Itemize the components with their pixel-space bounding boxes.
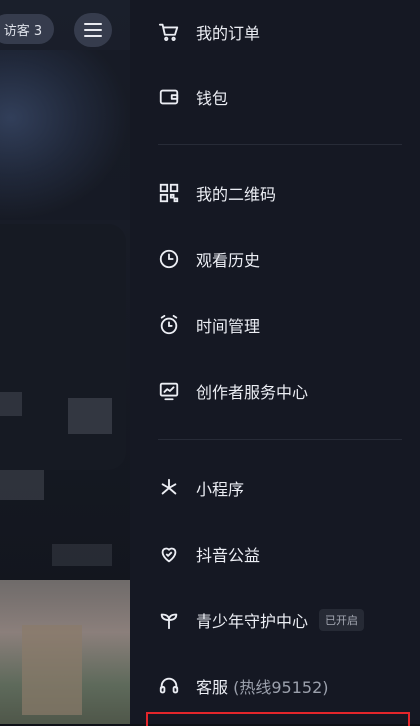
status-badge: 已开启 [319,609,364,631]
clock-icon [157,247,181,271]
menu-item-label: 客服 (热线95152) [196,674,329,698]
menu-item-label: 我的订单 [196,24,261,43]
asterisk-icon [157,476,181,500]
menu-item-label: 我的二维码 [196,185,277,204]
menu-item-mini-programs[interactable]: 小程序 [130,458,420,518]
menu-item-label: 观看历史 [196,251,261,270]
cover-art [0,50,130,220]
customer-service-label: 客服 [196,678,229,697]
visitor-count-label: 访客 3 [3,23,43,39]
section-divider [158,439,402,440]
side-drawer: 我的订单 钱包 我的二维码 观看历史 时间管理 创作者服务中心 小程序 抖音公益… [130,0,420,724]
headset-icon [157,674,181,698]
menu-item-qrcode[interactable]: 我的二维码 [130,163,420,223]
hotline-label: (热线95152) [233,678,329,697]
blurred-text [52,544,112,566]
menu-item-label: 小程序 [196,480,245,499]
qrcode-icon [157,181,181,205]
section-divider [158,144,402,145]
cart-icon [157,20,181,44]
menu-item-charity[interactable]: 抖音公益 [130,524,420,584]
sprout-icon [157,608,181,632]
menu-item-label: 钱包 [196,89,229,108]
hamburger-icon [84,23,102,37]
menu-item-watch-history[interactable]: 观看历史 [130,229,420,289]
alarm-icon [157,313,181,337]
menu-item-creator-center[interactable]: 创作者服务中心 [130,361,420,421]
menu-item-time-management[interactable]: 时间管理 [130,295,420,355]
menu-item-label: 时间管理 [196,317,261,336]
hamburger-menu-button[interactable] [74,13,112,47]
blurred-photo-figure [22,625,82,715]
menu-item-wallet[interactable]: 钱包 [130,67,420,127]
blurred-text [0,392,22,416]
wallet-icon [157,85,181,109]
blurred-text [0,470,44,500]
menu-item-orders[interactable]: 我的订单 [130,2,420,62]
heart-icon [157,542,181,566]
menu-item-youth-protection[interactable]: 青少年守护中心 已开启 [130,590,420,650]
blurred-avatar [68,398,112,434]
chart-icon [157,379,181,403]
menu-item-customer-service[interactable]: 客服 (热线95152) [130,656,420,716]
background-page: 访客 3 [0,0,130,724]
menu-item-label: 青少年守护中心 [196,612,309,631]
visitor-count-pill[interactable]: 访客 3 [0,14,54,44]
menu-item-label: 抖音公益 [196,546,261,565]
menu-item-label: 创作者服务中心 [196,383,309,402]
